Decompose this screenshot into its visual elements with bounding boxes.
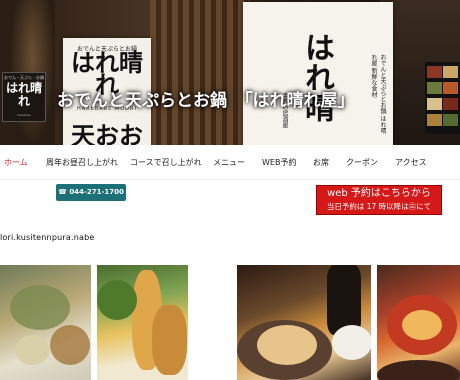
reservation-line-1: web 予約はこちらから [327,188,431,199]
nav-item-access[interactable]: アクセス [395,157,427,168]
hero-banner: おでんと天ぷらとお鍋 はれ晴れ HAREBARE MODRI 天おお まちの居酒… [0,0,460,145]
main-navigation: ホーム 周年お昼召し上がれ コースで召し上がれ メニュー WEB予約 お席 クー… [0,145,460,180]
tempura-plate-photo[interactable] [0,265,91,380]
reservation-line-2: 当日予約は 17 時以降は㊂にて [326,202,432,211]
nav-item-web-reservation[interactable]: WEB予約 [262,157,296,168]
phone-button[interactable]: ☎ 044-271-1700 [56,184,126,201]
shrimp-tempura-photo[interactable] [97,265,188,380]
site-logo[interactable]: おでん・天ぷら・お鍋 はれ晴れ harebare [2,72,46,122]
web-reservation-banner[interactable]: web 予約はこちらから 当日予約は 17 時以降は㊂にて [316,185,442,215]
nav-item-anniversary-lunch[interactable]: 周年お昼召し上がれ [46,157,118,168]
logo-main-text: はれ晴れ [5,81,42,108]
nav-item-coupon[interactable]: クーポン [346,157,378,168]
menu-photo-board [425,62,460,134]
nav-item-home[interactable]: ホーム [4,157,28,168]
nav-item-course[interactable]: コースで召し上がれ [130,157,202,168]
noren-curtain-right: まちの居酒屋 はれ晴 おでんと天ぷらとお鍋 はれ晴れ屋 新鮮な食材 [243,2,393,145]
nav-item-seats[interactable]: お席 [313,157,329,168]
logo-bottom-text: harebare [17,113,31,117]
site-title: おでんと天ぷらとお鍋 「はれ晴れ屋」 [57,91,355,111]
nav-item-menu[interactable]: メニュー [213,157,245,168]
oden-pot-photo[interactable] [237,265,371,380]
instagram-handle[interactable]: lori.kusitennpura.nabe [0,233,94,242]
hotpot-photo[interactable] [377,265,460,380]
wooden-slats [150,0,250,145]
noren-left-fragment-text: 天おお [71,121,143,145]
